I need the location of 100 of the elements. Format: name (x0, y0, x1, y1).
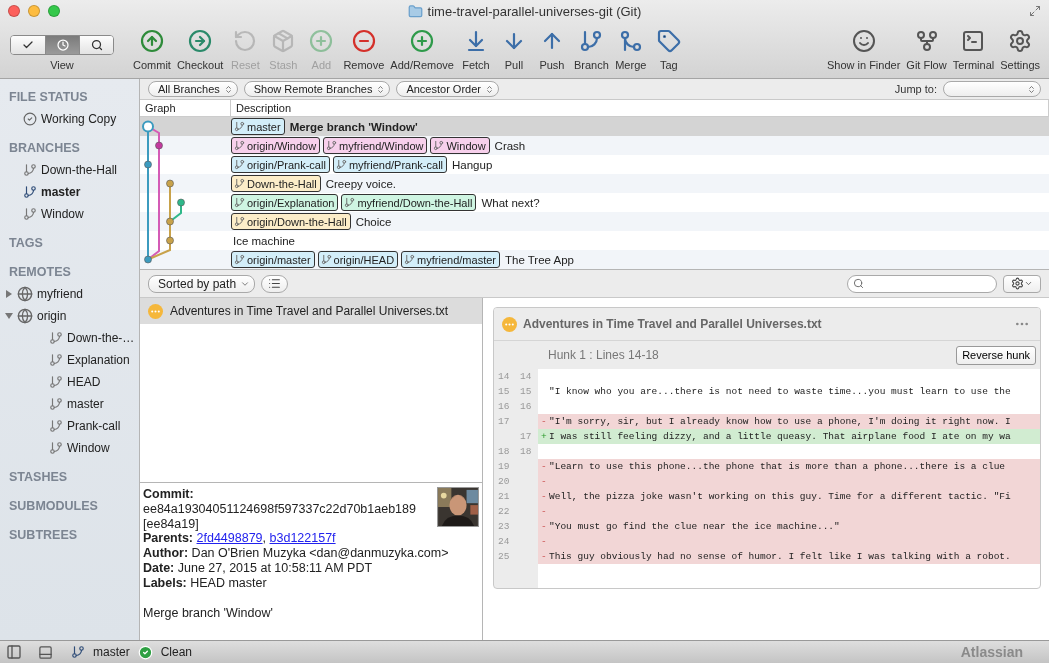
toolbar-button[interactable]: Branch (570, 26, 612, 71)
toolbar-button[interactable]: Push (532, 26, 571, 71)
commit-message: Choice (355, 215, 392, 228)
sidebar-item[interactable]: Down-the-… (67, 331, 135, 345)
toolbar-button[interactable]: Terminal (949, 26, 998, 71)
toolbar-button[interactable]: Settings (997, 26, 1043, 71)
line-number: 15 (519, 386, 533, 397)
rotate-left-icon (233, 29, 258, 53)
settings-icon (1008, 29, 1033, 53)
branch-icon (579, 29, 604, 53)
sidebar-item[interactable]: Down-the-Hall (41, 163, 118, 177)
filter-dropdown[interactable]: All Branches (148, 81, 238, 97)
sidebar-item[interactable]: Explanation (67, 353, 130, 367)
ellipsis-circle-icon (502, 316, 517, 332)
sort-dropdown[interactable]: Sorted by path (148, 274, 256, 293)
disclosure-triangle-icon[interactable] (5, 290, 13, 298)
line-number: 18 (497, 446, 511, 457)
commit-message: Merge branch 'Window' (289, 120, 418, 133)
branch-icon (234, 178, 245, 189)
commit-row[interactable]: origin/Down-the-Hall Choice (140, 212, 1049, 231)
minus-circle-icon (351, 29, 376, 53)
sidebar-item[interactable]: Working Copy (41, 112, 117, 126)
sidebar-item[interactable]: Prank-call (67, 419, 121, 433)
filter-dropdown[interactable]: Show Remote Branches (243, 81, 391, 97)
fullscreen-icon[interactable] (1029, 5, 1041, 17)
commit-message: Creepy voice. (325, 177, 396, 190)
updown-chevron-icon (223, 84, 233, 94)
toolbar-button[interactable]: Pull (494, 26, 533, 71)
code-line: I was still feeling dizzy, and a little queasy. That airplane food I ate on my wa (549, 431, 1011, 442)
branch-label: origin/Down-the-Hall (231, 213, 351, 230)
branch-icon (344, 197, 356, 208)
sidebar-item[interactable]: Window (41, 207, 84, 221)
plus-circle-icon (309, 29, 334, 53)
branch-label: origin/Window (231, 137, 321, 154)
sidebar-item[interactable]: myfriend (37, 287, 83, 301)
column-header[interactable]: Description (231, 100, 1049, 116)
commit-hash: ee84a19304051124698f597337c22d70b1aeb189 (143, 501, 417, 517)
reverse-hunk-button[interactable]: Reverse hunk (956, 345, 1036, 365)
toolbar-button[interactable]: Add/Remove (387, 26, 457, 71)
settings-dropdown-button[interactable] (1003, 274, 1041, 293)
branch-label: origin/Prank-call (231, 156, 330, 173)
jump-to-label: Jump to: (894, 83, 937, 95)
separator: , (262, 531, 267, 546)
settings-icon (1011, 277, 1024, 290)
smile-face-icon (851, 29, 876, 53)
diff-marker: + (540, 431, 548, 442)
line-number: 15 (497, 386, 511, 397)
toolbar-button[interactable]: Fetch (456, 26, 495, 71)
branch-icon (234, 254, 245, 265)
status-text: Clean (160, 645, 193, 659)
commit-label: Commit: (143, 487, 195, 502)
filter-dropdown[interactable]: Ancestor Order (396, 81, 499, 97)
toolbar-button[interactable]: Commit (130, 26, 174, 71)
sidebar-item[interactable]: origin (37, 309, 67, 323)
minimize-window-button[interactable] (28, 5, 40, 17)
panel-icon[interactable] (38, 644, 53, 660)
sidebar-item[interactable]: master (67, 397, 104, 411)
branch-label: origin/Explanation (231, 194, 339, 211)
commit-message: Hangup (452, 158, 493, 171)
toolbar-button[interactable]: Git Flow (903, 26, 950, 71)
commit-row[interactable]: Down-the-Hall Creepy voice. (140, 174, 1049, 193)
commit-row[interactable]: master Merge branch 'Window' (140, 117, 1049, 136)
list-icon (268, 277, 282, 290)
commit-field: Author: Dan O'Brien Muzyka <dan@danmuzyka.com> (143, 546, 479, 561)
sidebar-item[interactable]: Window (67, 441, 110, 455)
close-window-button[interactable] (8, 5, 20, 17)
list-view-button[interactable] (261, 274, 289, 293)
parent-link[interactable]: b3d122157f (269, 531, 336, 546)
disclosure-triangle-icon[interactable] (5, 312, 13, 320)
commit-row[interactable]: origin/Window myfriend/Window Window Crash (140, 136, 1049, 155)
file-row[interactable]: Adventures in Time Travel and Parallel Universes.txt (140, 298, 482, 324)
chevron-down-icon (1024, 279, 1033, 288)
sidebar-item[interactable]: HEAD (67, 375, 101, 389)
updown-chevron-icon (1027, 84, 1036, 94)
branch-label: master (231, 118, 285, 135)
commit-field: Date: June 27, 2015 at 10:58:11 AM PDT (143, 561, 479, 576)
branch-icon (433, 140, 445, 151)
branch-icon (404, 254, 416, 265)
parent-link[interactable]: 2fd4498879 (196, 531, 263, 546)
box-icon (271, 29, 296, 53)
commit-row[interactable]: origin/master origin/HEAD myfriend/master The Tree App (140, 250, 1049, 269)
view-segment[interactable] (79, 36, 113, 54)
toolbar-button[interactable]: Remove (340, 26, 388, 71)
globe-icon (17, 308, 33, 324)
sidebar-item[interactable]: master (41, 185, 81, 199)
clock-icon (56, 39, 69, 51)
search-field[interactable] (847, 274, 997, 293)
toolbar-button[interactable]: Merge (611, 26, 650, 71)
sidebar-toggle-icon[interactable] (6, 644, 22, 660)
toolbar-button[interactable]: Tag (649, 26, 688, 71)
branch-icon (49, 375, 63, 389)
terminal-icon (961, 29, 986, 53)
line-number: 18 (519, 446, 533, 457)
column-header[interactable]: Graph (140, 100, 231, 116)
toolbar-button[interactable]: Checkout (173, 26, 227, 71)
jump-to-dropdown[interactable] (943, 81, 1041, 97)
hunk-header: Hunk 1 : Lines 14-18 (548, 348, 659, 362)
zoom-window-button[interactable] (48, 5, 60, 17)
toolbar-button[interactable]: Show in Finder (823, 26, 904, 71)
tag-icon (656, 29, 681, 53)
